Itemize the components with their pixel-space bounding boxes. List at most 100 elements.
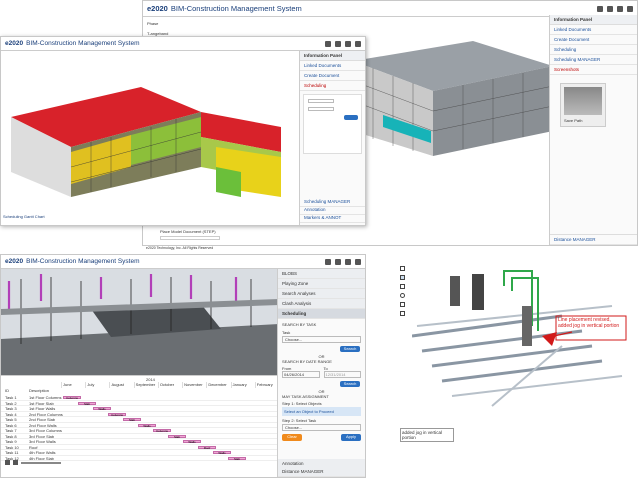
pencil-icon[interactable] <box>399 266 405 271</box>
panel-search-analyses[interactable]: Search Analyses <box>278 289 365 299</box>
gantt-bar[interactable]: Slab <box>123 418 141 422</box>
app-logo: e2020 <box>5 40 24 47</box>
task-description: 2nd Floor Columns <box>29 411 63 417</box>
pointer-icon[interactable] <box>399 275 405 280</box>
task-description: 2nd Floor Walls <box>29 422 57 428</box>
gantt-bar[interactable]: Roof <box>198 445 216 449</box>
gantt-bar[interactable]: Walls <box>93 407 111 411</box>
col-desc-header: Description <box>29 388 50 393</box>
user-icon[interactable] <box>325 258 331 265</box>
doc-input[interactable] <box>160 236 220 240</box>
panel-distance[interactable]: Distance MANAGER <box>278 467 365 477</box>
info-panel-title: Information Panel <box>550 15 637 25</box>
building-3d-view[interactable] <box>353 31 553 161</box>
search-button[interactable] <box>344 115 358 120</box>
gantt-month: January <box>230 382 255 388</box>
task-description: 1st Floor Slab <box>29 400 54 406</box>
task-select[interactable] <box>308 99 334 103</box>
sched-titlebar: e2020 BIM-Construction Management System <box>1 37 365 51</box>
gantt-month: November <box>182 382 206 388</box>
thumbnail-caption: Save Path <box>564 118 583 123</box>
gantt-bar[interactable]: Walls <box>138 423 156 427</box>
gantt-chart-label[interactable]: Scheduling Gantt Chart <box>3 214 45 219</box>
task-id: Task 11 <box>5 450 19 455</box>
gantt-bar[interactable]: Columns <box>153 429 171 433</box>
task-id: Task 1 <box>5 395 17 400</box>
close-icon[interactable] <box>355 40 361 47</box>
panel-item-scheduling[interactable]: Scheduling <box>300 81 365 91</box>
panel-item-sched-manager[interactable]: Scheduling MANAGER <box>550 55 637 65</box>
gantt-bar[interactable]: Slab <box>78 401 96 405</box>
task-description: 2nd Floor Slab <box>29 417 56 422</box>
panel-item-linked-docs[interactable]: Linked Documents <box>300 61 365 71</box>
comment-input[interactable]: added jog in vertical portion <box>400 428 454 442</box>
to-date-input[interactable]: 12/31/2014 <box>323 371 361 378</box>
print-icon[interactable] <box>335 40 341 47</box>
move-icon[interactable] <box>399 311 405 316</box>
side-panel: BLOBS Playing Zone Search Analyses Clash… <box>277 269 365 477</box>
screenshot-thumbnail[interactable]: Save Path <box>560 83 606 127</box>
from-date-input[interactable]: 04/26/2014 <box>282 371 320 378</box>
panel-item-scheduling[interactable]: Scheduling <box>550 45 637 55</box>
app-title: BIM-Construction Management System <box>26 258 140 265</box>
clear-button[interactable]: Clear <box>282 434 302 441</box>
gantt-month: June <box>61 382 85 388</box>
panel-blobs[interactable]: BLOBS <box>278 269 365 279</box>
print-icon[interactable] <box>607 5 613 12</box>
doc-link[interactable]: Place Model Document (STEP) <box>160 229 216 234</box>
close-icon[interactable] <box>355 258 361 265</box>
gear-icon[interactable] <box>345 40 351 47</box>
print-icon[interactable] <box>335 258 341 265</box>
mep-3d-view[interactable] <box>412 266 632 412</box>
panel-item-screenshots[interactable]: Screenshots <box>550 65 637 75</box>
panel-item-create-doc[interactable]: Create Document <box>550 35 637 45</box>
rectangle-icon[interactable] <box>399 302 405 307</box>
close-icon[interactable] <box>627 5 633 12</box>
task-description: 1st Floor Walls <box>29 406 56 411</box>
app-logo: e2020 <box>147 4 168 13</box>
gantt-bar[interactable]: Walls <box>213 451 231 455</box>
prev-page-icon[interactable] <box>13 460 18 465</box>
task-id: Task 9 <box>5 439 17 444</box>
window-annotation: Line placement revised, added jog in ver… <box>396 262 638 450</box>
panel-clash-analysis[interactable]: Clash Analysis <box>278 299 365 309</box>
search-date-button[interactable]: Search <box>340 381 360 387</box>
user-icon[interactable] <box>325 40 331 47</box>
panel-item-create-doc[interactable]: Create Document <box>300 71 365 81</box>
user-icon[interactable] <box>597 5 603 12</box>
gantt-bar[interactable]: Columns <box>63 396 81 400</box>
gear-icon[interactable] <box>617 5 623 12</box>
info-panel-sched: Information Panel Linked Documents Creat… <box>299 51 365 225</box>
task-id: Task 10 <box>5 444 19 450</box>
circle-icon[interactable] <box>399 293 405 298</box>
line-icon[interactable] <box>399 284 405 289</box>
annotation-note: Line placement revised, added jog in ver… <box>558 317 620 329</box>
panel-item-markers[interactable]: Markers & ANNOT <box>300 213 365 223</box>
gantt-bar[interactable]: Slab <box>168 434 186 438</box>
gear-icon[interactable] <box>345 258 351 265</box>
gantt-month: October <box>157 382 182 388</box>
building-schedule-view[interactable] <box>1 57 301 217</box>
apply-button[interactable]: Apply <box>341 434 361 441</box>
task-select[interactable]: Choose... <box>282 336 361 343</box>
structure-3d-view[interactable] <box>1 269 279 375</box>
zoom-slider[interactable] <box>21 462 61 464</box>
select-object-prompt: Select an Object to Proceed <box>282 407 361 416</box>
step2-label: Step 2: Select Task <box>282 418 317 423</box>
panel-item-distance[interactable]: Distance MANAGER <box>550 234 637 245</box>
assign-task-select[interactable]: Choose... <box>282 424 361 431</box>
panel-item-linked-docs[interactable]: Linked Documents <box>550 25 637 35</box>
window-scheduling: e2020 BIM-Construction Management System… <box>0 36 366 226</box>
first-page-icon[interactable] <box>5 460 10 465</box>
gantt-month: August <box>109 382 133 388</box>
date-from-input[interactable] <box>308 107 334 111</box>
search-task-button[interactable]: Search <box>340 346 360 352</box>
app-title: BIM-Construction Management System <box>26 40 140 47</box>
panel-playing-zone[interactable]: Playing Zone <box>278 279 365 289</box>
gantt-bar[interactable]: Walls <box>183 440 201 444</box>
task-id: Task 5 <box>5 417 17 422</box>
panel-scheduling[interactable]: Scheduling <box>278 309 365 319</box>
gantt-bar[interactable]: Columns <box>108 412 126 416</box>
tool-palette <box>396 266 408 328</box>
task-label: Task <box>282 330 291 335</box>
